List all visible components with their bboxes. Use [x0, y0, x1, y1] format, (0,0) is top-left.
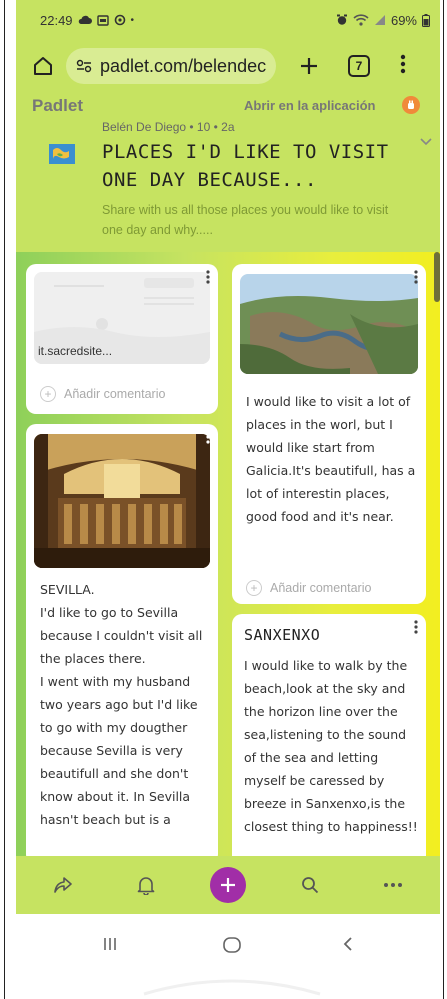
post-card-galicia[interactable]: I would like to visit a lot of places in… — [232, 264, 426, 604]
add-comment-label: Añadir comentario — [64, 387, 166, 401]
site-settings-icon — [76, 59, 92, 73]
padlet-header: Padlet Abrir en la aplicación Belén De D… — [16, 92, 440, 252]
more-vertical-icon — [414, 270, 418, 284]
canyon-photo — [240, 274, 418, 374]
recent-apps-button[interactable] — [102, 936, 118, 957]
wifi-icon — [353, 14, 369, 26]
phone-screen: 22:49 • 69% padlet.com/belendec 7 Padlet… — [16, 0, 440, 999]
post-body: I would like to visit a lot of places in… — [246, 394, 416, 524]
post-card-link[interactable]: it.sacredsite... + Añadir comentario — [26, 264, 218, 414]
share-button[interactable] — [43, 865, 83, 905]
board-map-icon — [49, 144, 75, 164]
address-bar[interactable]: padlet.com/belendec — [66, 48, 276, 84]
add-comment-icon: + — [246, 580, 262, 596]
post-menu-button[interactable] — [414, 620, 418, 636]
add-icon — [209, 867, 246, 903]
padlet-board: it.sacredsite... + Añadir comentario I w… — [16, 252, 440, 856]
home-circle-icon — [223, 937, 241, 953]
padlet-logo[interactable]: Padlet — [32, 96, 83, 116]
gallery-icon — [96, 14, 109, 26]
link-preview[interactable]: it.sacredsite... — [34, 272, 210, 364]
app-badge[interactable] — [402, 96, 420, 114]
new-tab-button[interactable] — [294, 51, 324, 81]
post-photo[interactable] — [34, 434, 210, 568]
more-vertical-icon — [400, 54, 406, 74]
add-post-button[interactable] — [208, 865, 248, 905]
post-menu-button[interactable] — [206, 430, 210, 446]
search-button[interactable] — [290, 865, 330, 905]
post-menu-button[interactable] — [414, 270, 418, 286]
post-body: I would like to walk by the beach,look a… — [244, 658, 418, 834]
notifications-button[interactable] — [126, 865, 166, 905]
more-vertical-icon — [414, 620, 418, 634]
post-card-sanxenxo[interactable]: SANXENXO I would like to walk by the bea… — [232, 614, 426, 856]
post-title: SANXENXO — [244, 626, 321, 644]
post-menu-button[interactable] — [206, 270, 210, 286]
battery-percent: 69% — [390, 12, 417, 28]
board-title: PLACES I'D LIKE TO VISIT ONE DAY BECAUSE… — [102, 141, 389, 191]
add-comment-label: Añadir comentario — [270, 581, 372, 595]
add-comment-button[interactable]: + Añadir comentario — [246, 580, 371, 596]
open-in-app-link[interactable]: Abrir en la aplicación — [244, 98, 376, 113]
board-description: Share with us all those places you would… — [102, 203, 389, 237]
add-comment-button[interactable]: + Añadir comentario — [40, 386, 165, 402]
board-scrollbar[interactable] — [434, 252, 440, 302]
padlet-toolbar — [16, 856, 440, 914]
more-vertical-icon — [206, 430, 210, 444]
sync-icon — [114, 14, 125, 26]
add-comment-icon: + — [40, 386, 56, 402]
author-line: Belén De Diego • 10 • 2a — [102, 120, 235, 134]
more-icon — [383, 883, 402, 887]
more-vertical-icon — [206, 270, 210, 284]
post-body: SEVILLA. I'd like to go to Sevilla becau… — [40, 582, 203, 827]
battery-icon — [422, 13, 430, 27]
status-bar: 22:49 • 69% — [16, 0, 440, 40]
gesture-hint — [143, 979, 321, 996]
notification-dot-icon: • — [130, 14, 135, 26]
status-time: 22:49 — [40, 12, 73, 28]
hand-icon — [408, 100, 414, 109]
home-icon — [34, 57, 52, 75]
browser-menu-button[interactable] — [400, 54, 406, 78]
search-icon — [302, 877, 319, 894]
chevron-down-icon[interactable] — [420, 138, 432, 146]
signal-icon — [374, 15, 385, 25]
more-button[interactable] — [373, 865, 413, 905]
post-card-sevilla[interactable]: SEVILLA. I'd like to go to Sevilla becau… — [26, 424, 218, 856]
recent-apps-icon — [104, 938, 116, 950]
bell-icon — [137, 877, 154, 895]
back-button[interactable] — [342, 936, 354, 957]
plus-icon — [301, 58, 317, 74]
cathedral-photo — [34, 434, 210, 568]
post-photo[interactable] — [240, 274, 418, 374]
cloud-icon — [78, 15, 92, 24]
home-button[interactable] — [28, 51, 58, 81]
browser-toolbar: padlet.com/belendec 7 — [16, 40, 440, 92]
tab-switcher-button[interactable]: 7 — [348, 55, 370, 77]
home-nav-button[interactable] — [222, 936, 242, 959]
link-domain-label: it.sacredsite... — [38, 344, 113, 358]
chevron-left-icon — [343, 937, 352, 951]
share-icon — [54, 877, 72, 893]
alarm-icon — [336, 14, 347, 25]
system-nav-bar — [16, 914, 440, 999]
url-text: padlet.com/belendec — [99, 55, 266, 76]
